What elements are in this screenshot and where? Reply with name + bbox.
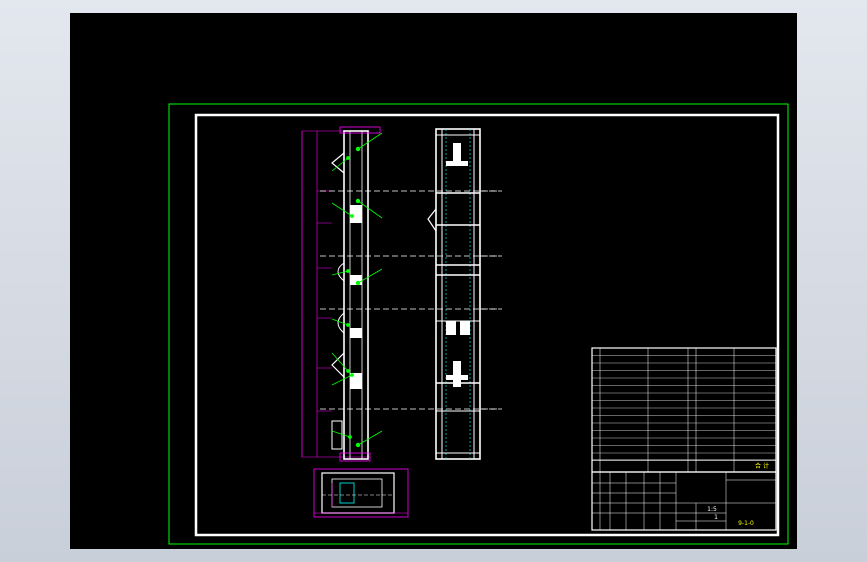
sheet-mark: 1 xyxy=(714,514,718,521)
plan-view xyxy=(313,468,409,518)
title-block: 1:5 1 9-1-0 xyxy=(591,471,777,531)
cad-model-viewport[interactable]: 合 计 1:5 1 9-1-0 xyxy=(70,13,797,549)
front-elevation-view xyxy=(427,128,502,460)
parts-list-table: 合 计 xyxy=(591,347,777,473)
parts-list-total-label: 合 计 xyxy=(755,462,769,470)
scale-mark: 1:5 xyxy=(707,506,717,513)
sheet-border xyxy=(168,103,789,545)
cad-drawing: 合 计 1:5 1 9-1-0 xyxy=(168,103,789,545)
drawing-number: 9-1-0 xyxy=(738,520,754,527)
